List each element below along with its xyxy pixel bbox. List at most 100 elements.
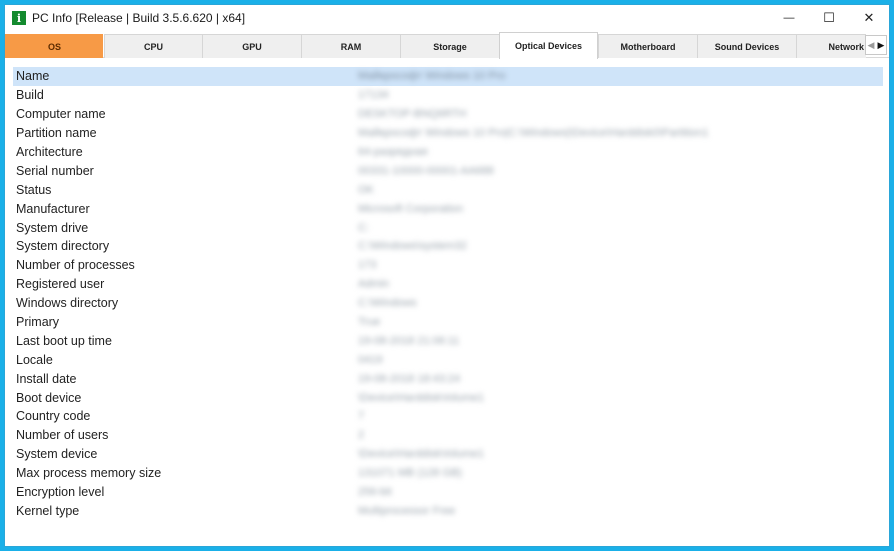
minimize-icon: — [783,12,795,24]
property-label: Windows directory [16,296,119,311]
property-row[interactable]: Max process memory size 131071 MB (128 GB… [13,464,883,483]
property-row[interactable]: Install date 19-08-2018 18:43:24 [13,369,883,388]
property-row[interactable]: Kernel type Multiprocessor Free [13,501,883,520]
scroll-left-icon[interactable]: ◀ [866,36,876,54]
property-row[interactable]: Build 17134 [13,86,883,105]
property-row[interactable]: System device \Device\HarddiskVolume1 [13,445,883,464]
window-controls: — ☐ ✕ [769,5,889,31]
tab-label: Motherboard [620,41,676,52]
tab-cpu[interactable]: CPU [104,34,202,58]
property-label: Number of users [16,428,109,443]
property-label: Manufacturer [16,201,90,216]
property-value: 7 [358,410,365,423]
property-row[interactable]: Manufacturer Microsoft Corporation [13,199,883,218]
property-label: Architecture [16,145,83,159]
property-row[interactable]: Boot device \Device\HarddiskVolume1 [13,388,883,407]
property-label: Status [16,182,52,197]
property-value: 19-08-2018 21:06:11 [358,334,460,347]
tab-motherboard[interactable]: Motherboard [598,34,697,58]
property-row[interactable]: Computer name DESKTOP-BNQ6RTH [13,105,883,124]
tab-ram[interactable]: RAM [301,34,400,58]
close-button[interactable]: ✕ [849,5,889,31]
maximize-icon: ☐ [823,10,835,25]
property-row[interactable]: Partition name Майкрософт Windows 10 Pro|… [13,124,883,143]
tab-label: RAM [340,41,362,52]
property-row[interactable]: Number of users 2 [13,426,883,445]
property-label: Registered user [16,277,105,292]
property-row[interactable]: Architecture 64-разрядная [13,143,883,162]
tab-label: Storage [433,41,467,52]
tab-label: Optical Devices [514,41,583,51]
tab-label: Network [828,41,864,52]
property-value: C:\Windows\system32 [358,240,467,253]
property-label: Last boot up time [16,333,112,348]
property-row[interactable]: Registered user Admin [13,275,883,294]
property-label: Kernel type [16,503,80,518]
property-label: Max process memory size [16,466,162,481]
property-value: \Device\HarddiskVolume1 [358,391,484,404]
property-label: Computer name [16,107,106,122]
property-row[interactable]: Windows directory C:\Windows [13,294,883,313]
title-bar[interactable]: i PC Info [Release | Build 3.5.6.620 | x… [5,5,889,31]
property-value: 0419 [358,353,383,366]
property-label: Boot device [16,390,82,405]
property-row[interactable]: System directory C:\Windows\system32 [13,237,883,256]
tab-gpu[interactable]: GPU [202,34,301,58]
property-label: Install date [16,371,77,386]
property-row[interactable]: Primary True [13,313,883,332]
property-value: Microsoft Corporation [358,202,464,215]
property-label: Encryption level [16,485,105,500]
property-label: Serial number [16,163,94,178]
property-value: \Device\HarddiskVolume1 [358,448,484,461]
tab-os[interactable]: OS [5,34,103,58]
property-value: 17134 [358,89,389,102]
property-value: 19-08-2018 18:43:24 [358,372,461,385]
property-label: Locale [16,352,53,367]
property-value: 131071 MB (128 GB) [358,467,462,480]
property-label: Build [16,88,44,103]
property-row[interactable]: Serial number 00331-10000-00001-AA688 [13,161,883,180]
scroll-right-icon[interactable]: ▶ [876,36,886,54]
property-row[interactable]: System drive C: [13,218,883,237]
property-row[interactable]: Encryption level 256-bit [13,483,883,502]
property-row[interactable]: Status OK [13,180,883,199]
tab-label: GPU [242,41,262,52]
property-value: C: [358,221,369,234]
property-value: DESKTOP-BNQ6RTH [358,108,467,121]
property-label: System drive [16,220,89,235]
property-label: Primary [16,315,60,330]
tab-sound-devices[interactable]: Sound Devices [697,34,796,58]
app-window: i PC Info [Release | Build 3.5.6.620 | x… [4,4,890,547]
minimize-button[interactable]: — [769,5,809,31]
tab-optical-devices[interactable]: Optical Devices [499,32,598,59]
property-value: C:\Windows [358,297,417,310]
property-value: True [358,316,381,329]
property-row[interactable]: Last boot up time 19-08-2018 21:06:11 [13,331,883,350]
tab-bar: OS CPU GPU RAM Storage Optical Devices M… [5,32,889,59]
property-label: Partition name [16,126,97,141]
property-row[interactable]: Country code 7 [13,407,883,426]
property-row[interactable]: Number of processes 173 [13,256,883,275]
property-value: OK [358,183,374,196]
properties-list: Name Майкрософт Windows 10 Pro Build 17134… [13,67,883,520]
maximize-button[interactable]: ☐ [809,5,849,31]
tab-label: Sound Devices [714,41,780,52]
property-value: Майкрософт Windows 10 Pro|C:\Windows|\De… [358,127,709,140]
tab-label: OS [47,41,61,52]
tab-scroll-buttons: ◀ ▶ [865,35,887,55]
property-label: Country code [16,409,91,424]
tab-network[interactable]: Network [796,34,866,58]
property-row[interactable]: Locale 0419 [13,350,883,369]
app-info-icon: i [12,11,26,25]
property-value: 173 [358,259,377,272]
tab-storage[interactable]: Storage [400,34,499,58]
property-row[interactable]: Name Майкрософт Windows 10 Pro [13,67,883,86]
property-label: Number of processes [16,258,135,273]
property-value: 64-разрядная [358,146,428,158]
property-value: Multiprocessor Free [358,504,456,517]
property-value: 00331-10000-00001-AA688 [358,164,494,177]
property-value: Майкрософт Windows 10 Pro [358,70,506,83]
property-label: System directory [16,239,110,254]
property-value: Admin [358,278,390,291]
property-label: System device [16,447,98,462]
